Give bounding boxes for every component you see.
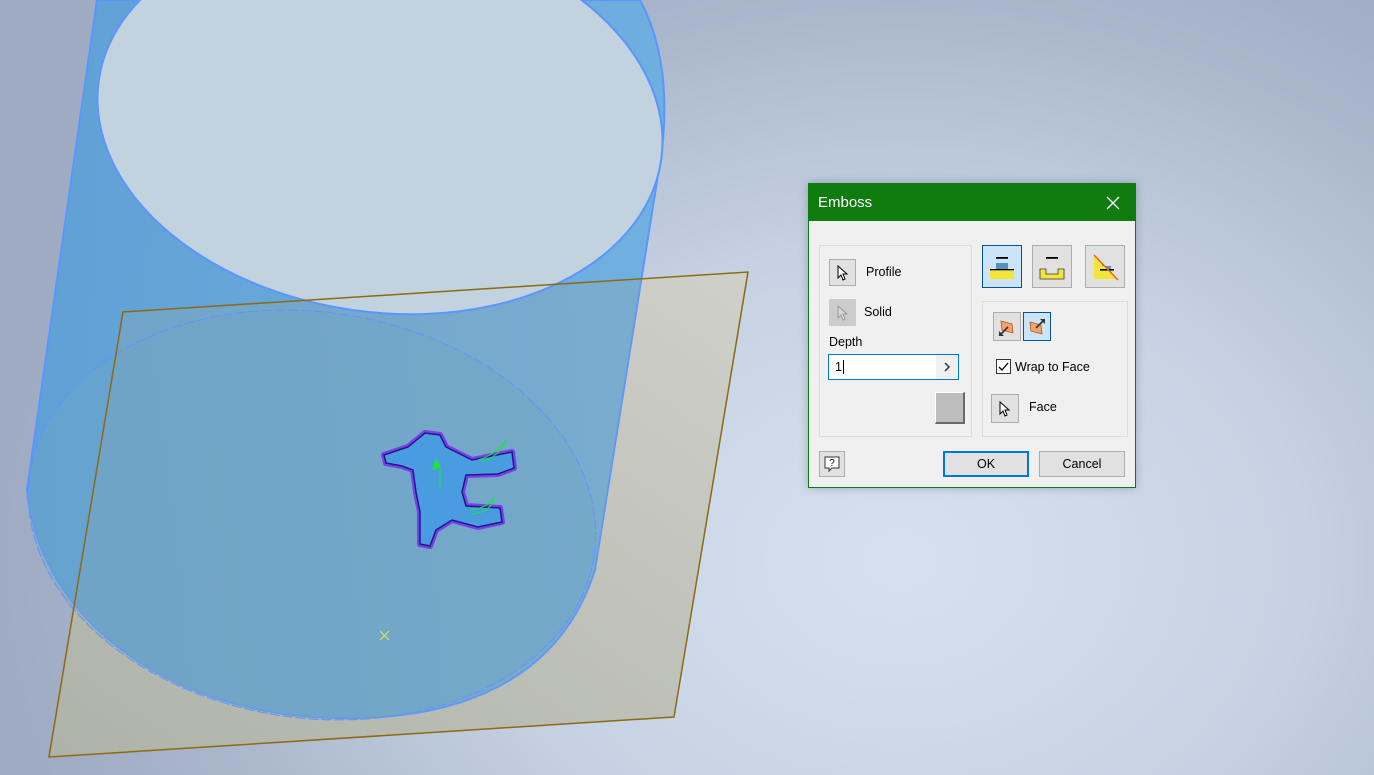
text-caret: [842, 360, 844, 375]
cursor-arrow-icon: [837, 264, 848, 281]
depth-flyout-button[interactable]: [936, 355, 958, 379]
direction-1-button[interactable]: [993, 312, 1021, 341]
profile-select-button[interactable]: [829, 259, 856, 286]
close-icon: [1106, 196, 1120, 209]
depth-label: Depth: [829, 335, 863, 349]
dialog-title: Emboss: [818, 194, 873, 211]
emboss-dialog: Emboss Profile Solid Depth 1 Wrap to Fac…: [808, 183, 1136, 488]
cursor-arrow-icon: [999, 400, 1011, 417]
close-button[interactable]: [1091, 184, 1135, 221]
emboss-from-plane-icon: [1093, 253, 1119, 281]
face-select-button[interactable]: [991, 394, 1019, 423]
wrap-to-face-label: Wrap to Face: [1015, 360, 1090, 374]
wrap-to-face-checkbox[interactable]: [996, 359, 1011, 374]
checkmark-icon: [998, 362, 1009, 371]
chevron-right-icon: [944, 362, 951, 372]
emboss-engrave-from-plane-button[interactable]: [1085, 245, 1125, 288]
help-icon: ?: [824, 456, 840, 472]
top-face-appearance-button[interactable]: [935, 392, 965, 424]
direction-down-icon: [999, 319, 1014, 336]
emboss-from-face-button[interactable]: [982, 245, 1022, 288]
engrave-icon: [1039, 256, 1065, 279]
graphics-viewport[interactable]: [0, 0, 1374, 775]
depth-input[interactable]: 1: [828, 354, 959, 380]
engrave-from-face-button[interactable]: [1032, 245, 1072, 288]
direction-up-icon: [1029, 318, 1045, 335]
svg-text:?: ?: [829, 458, 835, 469]
direction-2-button[interactable]: [1023, 312, 1051, 341]
depth-value: 1: [835, 359, 842, 374]
face-label: Face: [1029, 400, 1057, 414]
profile-label: Profile: [866, 265, 902, 279]
solid-label: Solid: [864, 305, 892, 319]
cursor-arrow-icon: [837, 304, 848, 321]
solid-select-button[interactable]: [829, 299, 856, 326]
help-button[interactable]: ?: [819, 451, 845, 477]
direction-group: Wrap to Face Face: [982, 301, 1128, 437]
cancel-button[interactable]: Cancel: [1039, 451, 1125, 477]
dialog-titlebar[interactable]: Emboss: [809, 184, 1135, 221]
ok-button[interactable]: OK: [943, 451, 1029, 477]
emboss-icon: [990, 256, 1014, 279]
